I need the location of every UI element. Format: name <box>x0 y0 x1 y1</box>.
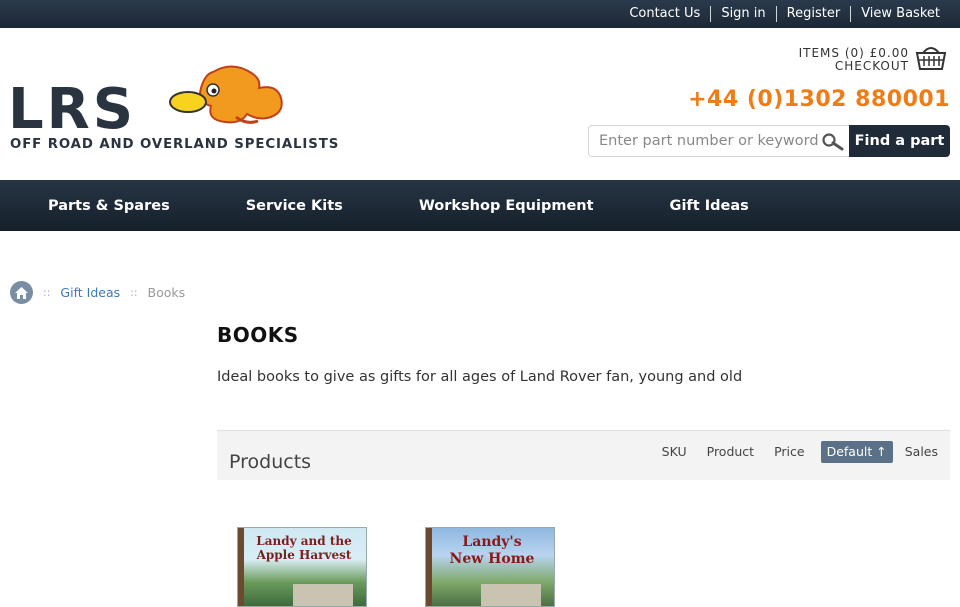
sort-sales[interactable]: Sales <box>905 441 938 463</box>
cover-illustration <box>481 584 541 606</box>
nav-item-workshop-equipment[interactable]: Workshop Equipment <box>419 198 594 214</box>
breadcrumb-separator: :: <box>130 286 138 299</box>
book-cover-title: Landy and the Apple Harvest <box>256 534 352 562</box>
contact-us-link[interactable]: Contact Us <box>619 6 710 22</box>
search-box <box>588 125 850 157</box>
products-toolbar: Products SKU Product Price Default ↑ Sal… <box>217 430 950 480</box>
nav-item-gift-ideas[interactable]: Gift Ideas <box>670 198 749 214</box>
top-utility-bar: Contact Us Sign in Register View Basket <box>0 0 960 28</box>
register-link[interactable]: Register <box>775 6 851 22</box>
basket-summary[interactable]: ITEMS (0) £0.00 CHECKOUT <box>799 47 909 73</box>
cover-illustration <box>293 584 353 606</box>
site-header: LRS OFF ROAD AND OVERLAND SPECIALISTS IT… <box>0 28 960 180</box>
sign-in-link[interactable]: Sign in <box>710 6 775 22</box>
sort-default[interactable]: Default ↑ <box>820 441 893 463</box>
sort-price[interactable]: Price <box>774 441 805 463</box>
search-input[interactable] <box>599 126 819 156</box>
lrs-logo[interactable]: LRS OFF ROAD AND OVERLAND SPECIALISTS <box>8 62 400 152</box>
home-icon[interactable] <box>10 281 33 304</box>
breadcrumb-gift-ideas[interactable]: Gift Ideas <box>60 285 120 300</box>
main-navigation: Parts & Spares Service Kits Workshop Equ… <box>0 180 960 231</box>
view-basket-link[interactable]: View Basket <box>850 6 950 22</box>
nav-item-parts-spares[interactable]: Parts & Spares <box>48 198 170 214</box>
checkout-link[interactable]: CHECKOUT <box>799 60 909 73</box>
page-title: BOOKS <box>217 323 299 347</box>
brand-wordmark: LRS <box>8 77 136 142</box>
sort-product[interactable]: Product <box>707 441 754 463</box>
sort-options: SKU Product Price Default ↑ Sales <box>642 441 938 463</box>
mascot-icon <box>169 65 283 124</box>
basket-icon[interactable] <box>915 45 947 71</box>
products-heading: Products <box>229 451 312 473</box>
brand-tagline: OFF ROAD AND OVERLAND SPECIALISTS <box>10 137 339 152</box>
breadcrumb-separator: :: <box>43 286 51 299</box>
product-thumbnail[interactable]: Landy and the Apple Harvest <box>237 527 367 607</box>
book-cover-title: Landy's New Home <box>449 534 535 567</box>
category-description: Ideal books to give as gifts for all age… <box>217 369 743 385</box>
utility-links: Contact Us Sign in Register View Basket <box>619 0 950 28</box>
breadcrumb: :: Gift Ideas :: Books <box>10 281 185 304</box>
product-thumbnail[interactable]: Landy's New Home <box>425 527 555 607</box>
breadcrumb-current: Books <box>147 285 186 300</box>
sort-sku[interactable]: SKU <box>662 441 687 463</box>
nav-item-service-kits[interactable]: Service Kits <box>246 198 343 214</box>
find-part-button[interactable]: Find a part <box>849 125 950 157</box>
search-icon[interactable] <box>822 133 844 151</box>
phone-number: +44 (0)1302 880001 <box>688 87 950 112</box>
